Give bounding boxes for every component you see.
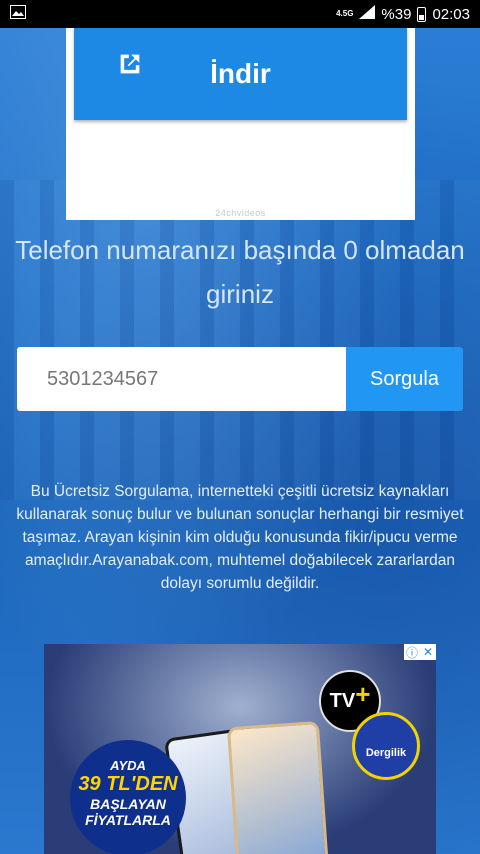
price-promo-badge: AYDA 39 TL'DEN BAŞLAYAN FİYATLARLA [70,740,186,854]
open-external-icon [116,50,144,85]
advertisement-banner[interactable]: ⓘ ✕ TV + Dergilik AYDA 39 TL'DEN BAŞLAYAN… [44,644,436,854]
instruction-text: Telefon numaranızı başında 0 olmadan gir… [15,235,465,309]
ad-controls: ⓘ ✕ [404,644,436,660]
ad-close-icon[interactable]: ✕ [420,644,436,660]
signal-icon [359,5,376,23]
battery-percent: %39 [381,5,412,23]
phone-search-form: Sorgula [17,347,463,411]
status-bar: 4.5G %39 02:03 [0,0,480,28]
promo-line-2: 39 TL'DEN [78,773,178,795]
network-type: 4.5G [336,9,354,18]
download-button[interactable]: İndir [74,28,407,120]
watermark: 24chvideos [215,208,266,218]
phone-number-input[interactable] [17,347,346,411]
dergilik-badge: Dergilik [352,712,420,780]
clock: 02:03 [432,5,470,23]
promo-line-1: AYDA [110,758,146,773]
promo-line-3: BAŞLAYAN FİYATLARLA [85,796,171,828]
gallery-notification-icon [10,5,26,23]
ad-info-icon[interactable]: ⓘ [404,644,420,660]
tv-logo-plus: + [355,678,371,709]
ad-phone-image-2 [226,720,330,854]
tv-logo-text: TV [329,689,356,712]
battery-icon [417,6,427,22]
download-label: İndir [210,58,271,89]
video-card: İndir 24chvideos [66,28,415,220]
query-button[interactable]: Sorgula [346,347,463,411]
disclaimer-text: Bu Ücretsiz Sorgulama, internetteki çeşi… [16,483,464,592]
